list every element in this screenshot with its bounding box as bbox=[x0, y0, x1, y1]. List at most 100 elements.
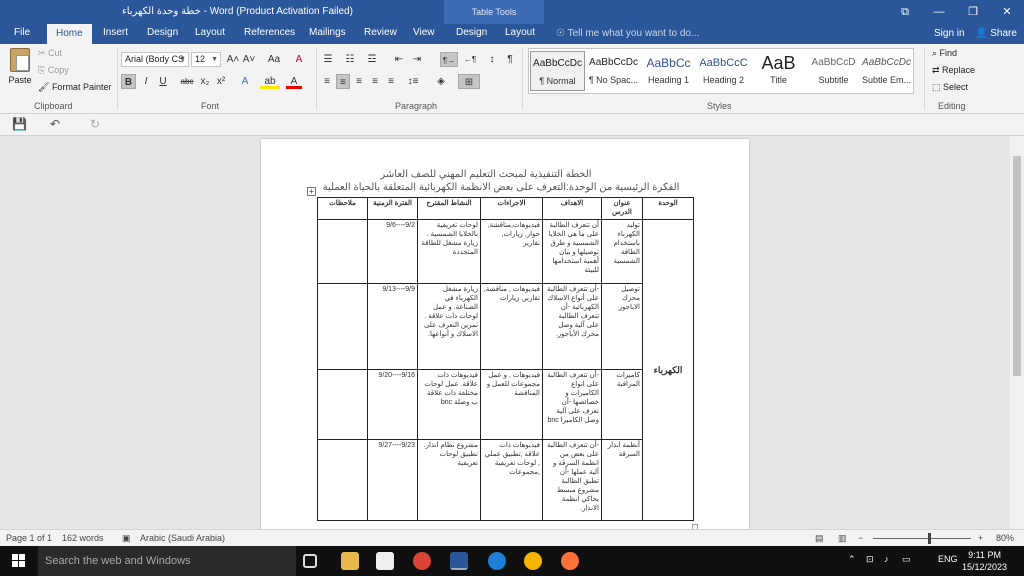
minimize-button[interactable]: — bbox=[922, 0, 956, 24]
restore-button[interactable]: ❐ bbox=[956, 0, 990, 24]
document-page[interactable]: الخطة التنفيذية لمبحث التعليم المهني للص… bbox=[261, 139, 749, 529]
paste-button[interactable]: Paste bbox=[5, 46, 35, 96]
zoom-slider-thumb[interactable] bbox=[928, 533, 931, 544]
line-spacing-button[interactable]: ↕≡ bbox=[403, 74, 423, 89]
style-subtle-emphasis[interactable]: AaBbCcDc Subtle Em... bbox=[859, 51, 914, 91]
font-color-button[interactable]: A bbox=[286, 74, 302, 89]
tell-me-search[interactable]: ☉ Tell me what you want to do... bbox=[556, 28, 699, 39]
decrease-indent-button[interactable]: ⇤ bbox=[392, 52, 406, 67]
lesson-plan-table[interactable]: ملاحظات الفترة الزمنية النشاط المقترح ال… bbox=[317, 197, 694, 521]
zoom-slider[interactable] bbox=[873, 538, 971, 539]
file-explorer-icon[interactable] bbox=[341, 552, 359, 570]
style-heading-2[interactable]: AaBbCcC Heading 2 bbox=[696, 51, 751, 91]
tab-home[interactable]: Home bbox=[47, 24, 92, 44]
strikethrough-button[interactable]: abc bbox=[178, 74, 196, 89]
right-to-left-button[interactable]: ←¶ bbox=[461, 52, 479, 67]
cut-button[interactable]: ✂ Cut bbox=[38, 48, 62, 59]
save-icon[interactable]: 💾 bbox=[12, 117, 27, 131]
change-case-button[interactable]: Aa bbox=[264, 52, 284, 67]
task-view-icon[interactable] bbox=[303, 554, 317, 568]
tab-references[interactable]: References bbox=[244, 27, 295, 38]
style-normal[interactable]: AaBbCcDc ¶ Normal bbox=[530, 51, 585, 91]
cell-notes bbox=[317, 219, 368, 284]
italic-button[interactable]: I bbox=[139, 74, 153, 89]
superscript-button[interactable]: x² bbox=[214, 74, 228, 89]
firefox-icon[interactable] bbox=[561, 552, 579, 570]
word-icon[interactable] bbox=[450, 552, 468, 570]
close-button[interactable]: ✕ bbox=[990, 0, 1024, 24]
tab-file[interactable]: File bbox=[14, 27, 30, 38]
page-count[interactable]: Page 1 of 1 bbox=[6, 533, 52, 543]
find-button[interactable]: ⌕ Find bbox=[932, 48, 957, 59]
taskbar-search-input[interactable]: Search the web and Windows bbox=[38, 546, 296, 576]
word-count[interactable]: 162 words bbox=[62, 533, 104, 543]
zoom-level[interactable]: 80% bbox=[996, 533, 1014, 543]
style-subtitle[interactable]: AaBbCcD Subtitle bbox=[806, 51, 861, 91]
proofing-icon[interactable]: ▣ bbox=[122, 533, 131, 544]
network-icon[interactable]: ⊡ bbox=[866, 554, 874, 565]
windows-start-icon[interactable] bbox=[0, 546, 38, 576]
multilevel-list-button[interactable]: ☲ bbox=[364, 52, 380, 67]
format-painter-button[interactable]: 🖌 Format Painter bbox=[38, 82, 111, 93]
tab-layout[interactable]: Layout bbox=[195, 27, 225, 38]
redo-icon[interactable]: ↻ bbox=[90, 117, 100, 131]
tab-design[interactable]: Design bbox=[147, 27, 178, 38]
table-move-handle[interactable]: + bbox=[307, 187, 316, 196]
share-button[interactable]: 👤 Share bbox=[975, 28, 1017, 39]
shrink-font-button[interactable]: A˅ bbox=[242, 52, 256, 67]
underline-button[interactable]: U bbox=[156, 74, 170, 89]
style-heading-1[interactable]: AaBbCc Heading 1 bbox=[641, 51, 696, 91]
system-clock[interactable]: 9:11 PM 15/12/2023 bbox=[962, 549, 1007, 573]
justify-button[interactable]: ≡ bbox=[368, 74, 382, 89]
copy-button[interactable]: ⎘ Copy bbox=[38, 65, 69, 76]
tab-view[interactable]: View bbox=[413, 27, 435, 38]
language-indicator[interactable]: Arabic (Saudi Arabia) bbox=[140, 533, 225, 543]
ribbon-display-options-icon[interactable]: ⧉ bbox=[888, 0, 922, 24]
align-right-button[interactable]: ≡ bbox=[352, 74, 366, 89]
edge-icon[interactable] bbox=[488, 552, 506, 570]
zoom-out-button[interactable]: − bbox=[858, 533, 863, 543]
print-layout-icon[interactable]: ▥ bbox=[838, 533, 847, 544]
style-title[interactable]: AaB Title bbox=[751, 51, 806, 91]
sign-in-link[interactable]: Sign in bbox=[934, 28, 965, 39]
tab-table-design[interactable]: Design bbox=[456, 27, 487, 38]
notification-icon[interactable]: ▭ bbox=[902, 554, 911, 565]
replace-button[interactable]: ⇄ Replace bbox=[932, 65, 975, 76]
align-left-button[interactable]: ≡ bbox=[320, 74, 334, 89]
read-mode-icon[interactable]: ▤ bbox=[815, 533, 824, 544]
tray-caret-icon[interactable]: ⌃ bbox=[848, 554, 856, 565]
scrollbar-thumb[interactable] bbox=[1013, 156, 1021, 376]
font-name-select[interactable]: Arial (Body CS ▼ bbox=[121, 52, 189, 67]
distributed-button[interactable]: ≡ bbox=[384, 74, 398, 89]
vertical-scrollbar[interactable] bbox=[1010, 136, 1024, 529]
borders-button[interactable]: ⊞ bbox=[458, 74, 480, 89]
chrome-canary-icon[interactable] bbox=[524, 552, 542, 570]
bold-button[interactable]: B bbox=[121, 74, 136, 89]
style-no-spacing[interactable]: AaBbCcDc ¶ No Spac... bbox=[586, 51, 641, 91]
highlight-button[interactable]: ab bbox=[260, 74, 280, 89]
input-language[interactable]: ENG bbox=[938, 554, 958, 564]
bullets-button[interactable]: ☰ bbox=[320, 52, 336, 67]
store-icon[interactable] bbox=[376, 552, 394, 570]
tab-insert[interactable]: Insert bbox=[103, 27, 128, 38]
grow-font-button[interactable]: A˄ bbox=[226, 52, 240, 67]
show-marks-button[interactable]: ¶ bbox=[504, 52, 516, 67]
select-button[interactable]: ⬚ Select bbox=[932, 82, 968, 93]
undo-icon[interactable]: ↶ bbox=[50, 117, 60, 131]
text-effects-button[interactable]: A bbox=[236, 74, 254, 89]
tab-review[interactable]: Review bbox=[364, 27, 397, 38]
tab-table-layout[interactable]: Layout bbox=[505, 27, 535, 38]
chrome-icon[interactable] bbox=[413, 552, 431, 570]
increase-indent-button[interactable]: ⇥ bbox=[410, 52, 424, 67]
font-size-select[interactable]: 12 ▼ bbox=[191, 52, 221, 67]
align-center-button[interactable]: ≡ bbox=[336, 74, 350, 89]
zoom-in-button[interactable]: + bbox=[978, 533, 983, 543]
shading-button[interactable]: ◈ bbox=[432, 74, 450, 89]
left-to-right-button[interactable]: ¶→ bbox=[440, 52, 458, 67]
tab-mailings[interactable]: Mailings bbox=[309, 27, 346, 38]
clear-formatting-button[interactable]: A bbox=[292, 52, 306, 67]
sort-button[interactable]: ↕ bbox=[486, 52, 498, 67]
subscript-button[interactable]: x₂ bbox=[198, 74, 212, 89]
volume-icon[interactable]: ♪ bbox=[884, 554, 889, 564]
numbering-button[interactable]: ☷ bbox=[342, 52, 358, 67]
